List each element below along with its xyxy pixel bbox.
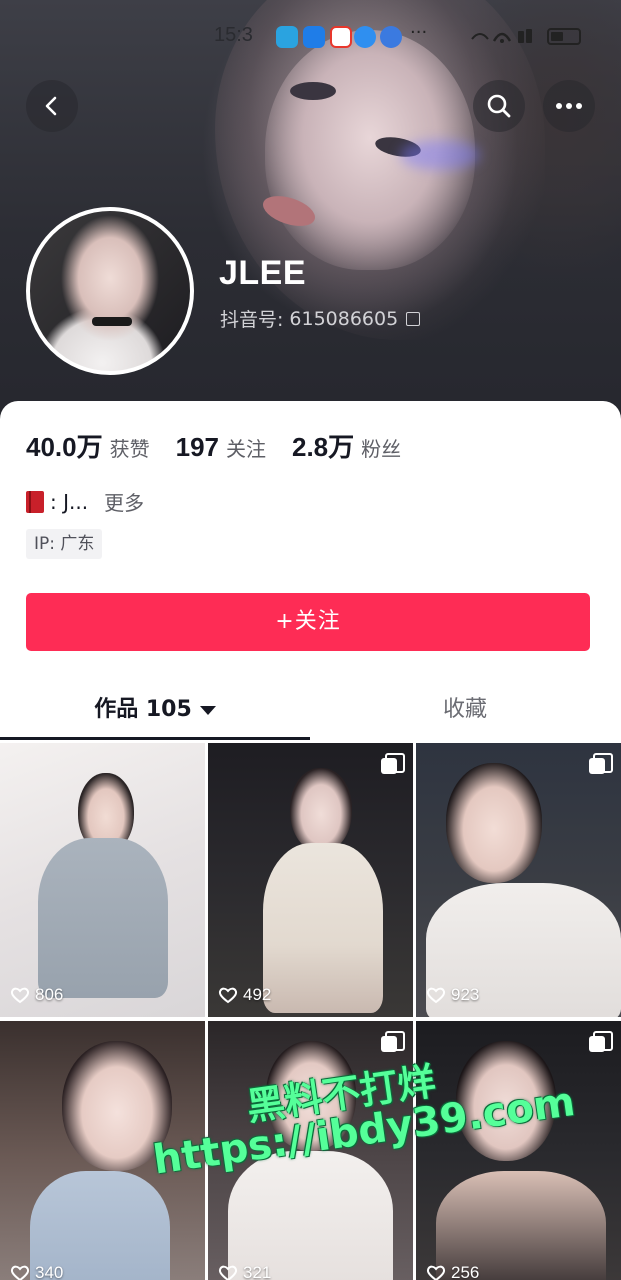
thumbnail-figure [446, 763, 542, 883]
follow-button[interactable]: +关注 [26, 593, 590, 651]
multi-image-icon [381, 753, 405, 775]
video-likes: 340 [10, 1263, 63, 1280]
douyin-id-label: 抖音号: [220, 309, 284, 331]
stat-following[interactable]: 197 关注 [176, 432, 266, 463]
shield-app-icon [303, 26, 325, 48]
douyin-id-value: 615086605 [289, 307, 399, 330]
stat-likes[interactable]: 40.0万 获赞 [26, 427, 150, 464]
stat-following-label: 关注 [226, 437, 266, 461]
video-likes: 806 [10, 985, 63, 1005]
heart-icon [426, 987, 446, 1004]
bio[interactable]: : J... 更多 [26, 487, 144, 516]
tab-works[interactable]: 作品 105 [0, 681, 310, 741]
thumbnail-figure [263, 843, 383, 1013]
bio-more-link[interactable]: 更多 [104, 487, 144, 516]
stat-likes-label: 获赞 [109, 437, 150, 461]
heart-icon [10, 987, 30, 1004]
video-tile[interactable]: 492 [208, 743, 413, 1017]
heart-icon [218, 1265, 238, 1280]
video-likes-count: 492 [243, 985, 272, 1004]
multi-image-icon [589, 1031, 613, 1053]
stat-following-value: 197 [175, 432, 219, 462]
book-icon [26, 490, 44, 513]
copy-icon[interactable] [406, 311, 421, 326]
video-likes: 256 [426, 1263, 479, 1280]
telegram-app-icon [276, 26, 298, 48]
stat-followers[interactable]: 2.8万 粉丝 [292, 427, 401, 464]
search-icon [487, 94, 511, 118]
battery-icon [547, 28, 581, 45]
thumbnail-figure [38, 838, 168, 998]
video-likes-count: 321 [243, 1263, 272, 1280]
tab-favorites[interactable]: 收藏 [310, 681, 620, 741]
douyin-id[interactable]: 抖音号: 615086605 [220, 305, 421, 332]
video-likes: 492 [218, 985, 271, 1005]
video-tile[interactable]: 923 [416, 743, 621, 1017]
video-likes-count: 923 [451, 985, 480, 1004]
caret-down-icon [199, 705, 216, 715]
bio-text: : J... [50, 489, 89, 514]
heart-icon [426, 1265, 446, 1280]
back-button[interactable] [26, 80, 78, 132]
back-icon [45, 96, 57, 116]
video-likes-count: 806 [35, 985, 64, 1004]
search-button[interactable] [473, 80, 525, 132]
ip-location-tag: IP: 广东 [26, 529, 103, 559]
video-likes: 923 [426, 985, 479, 1005]
status-time: 15:3 [214, 24, 253, 46]
cover-photo-eye [290, 82, 336, 100]
multi-image-icon [381, 1031, 405, 1053]
browser-app-icon [380, 26, 402, 48]
shop-app-icon [330, 26, 352, 48]
message-app-icon [354, 26, 376, 48]
status-bar: 15:3 ··· [0, 22, 621, 52]
heart-icon [10, 1265, 30, 1280]
video-likes: 321 [218, 1263, 271, 1280]
heart-icon [218, 987, 238, 1004]
video-likes-count: 256 [451, 1263, 480, 1280]
stat-likes-value: 40.0万 [26, 432, 103, 462]
avatar-choker [92, 317, 132, 326]
video-grid: 806 492 923 340 321 256 [0, 743, 621, 1280]
tab-active-indicator [0, 737, 310, 740]
tab-works-label: 作品 105 [94, 697, 192, 722]
cover-photo-glow [400, 140, 480, 170]
signal-wifi-icon [470, 27, 534, 49]
thumbnail-figure [290, 768, 352, 852]
more-icon [556, 103, 582, 109]
stat-followers-value: 2.8万 [292, 432, 355, 462]
content-tabs: 作品 105 收藏 [0, 681, 621, 741]
more-options-button[interactable] [543, 80, 595, 132]
avatar[interactable] [26, 207, 194, 375]
profile-stats: 40.0万 获赞 197 关注 2.8万 粉丝 [26, 427, 427, 464]
video-tile[interactable]: 806 [0, 743, 205, 1017]
more-notifications-icon: ··· [410, 22, 428, 43]
multi-image-icon [589, 753, 613, 775]
stat-followers-label: 粉丝 [361, 437, 402, 461]
profile-name: JLEE [219, 254, 307, 292]
video-likes-count: 340 [35, 1263, 64, 1280]
